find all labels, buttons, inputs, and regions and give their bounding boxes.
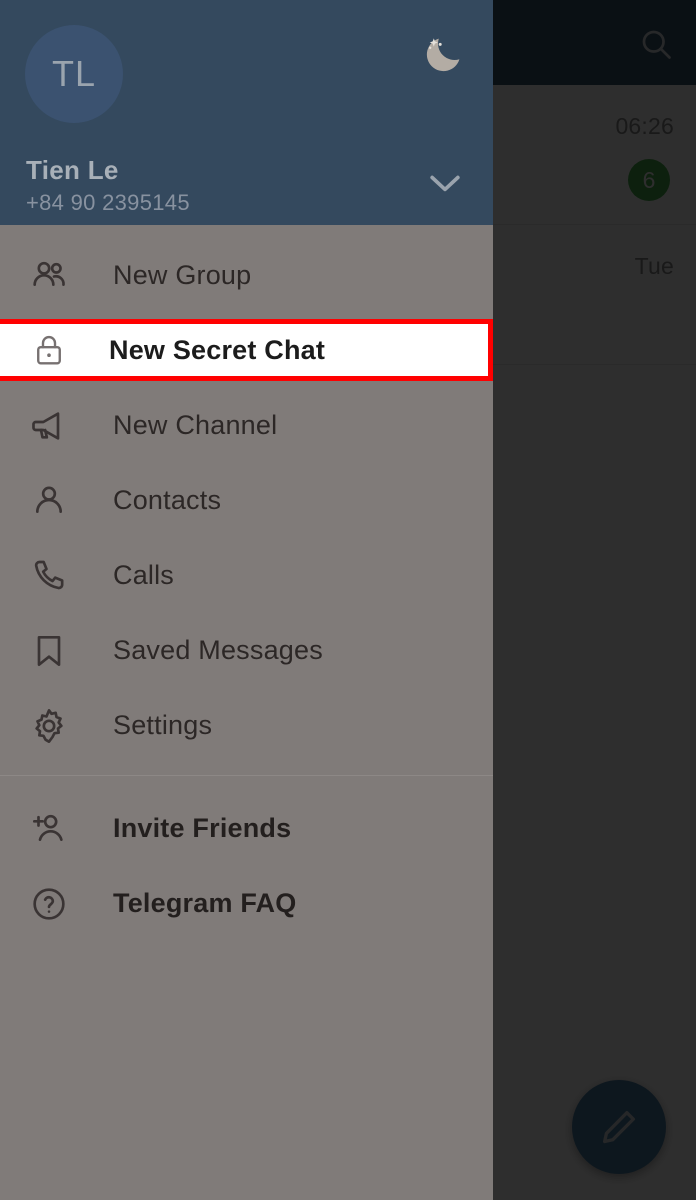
bookmark-icon: [25, 627, 73, 675]
menu-item-settings[interactable]: Settings: [0, 688, 493, 763]
menu-item-label: Invite Friends: [113, 813, 292, 843]
avatar-initials: TL: [51, 53, 96, 94]
menu-item-new-secret-chat[interactable]: New Secret Chat: [0, 319, 493, 381]
menu-item-label: New Group: [113, 260, 252, 290]
group-icon: [25, 252, 73, 300]
menu-item-label: New Secret Chat: [109, 334, 326, 365]
menu-item-contacts[interactable]: Contacts: [0, 463, 493, 538]
menu-item-saved-messages[interactable]: Saved Messages: [0, 613, 493, 688]
menu-item-telegram-faq[interactable]: Telegram FAQ: [0, 866, 493, 941]
menu-item-new-channel[interactable]: New Channel: [0, 388, 493, 463]
unread-badge: 6: [628, 159, 670, 201]
menu-item-calls[interactable]: Calls: [0, 538, 493, 613]
person-add-icon: [25, 805, 73, 853]
menu-item-label: Contacts: [113, 485, 222, 515]
gear-icon: [25, 702, 73, 750]
megaphone-icon: [25, 402, 73, 450]
navigation-drawer: TL Tien Le +84 90 2395145 New Group New …: [0, 0, 493, 1200]
drawer-menu-primary: New Group New Secret Chat New Channel Co…: [0, 225, 493, 763]
moon-icon[interactable]: [419, 30, 467, 78]
chat-timestamp: Tue: [634, 253, 674, 279]
menu-item-label: New Channel: [113, 410, 278, 440]
chat-timestamp: 06:26: [615, 113, 674, 139]
menu-item-label: Saved Messages: [113, 635, 323, 665]
drawer-menu-secondary: Invite Friends Telegram FAQ: [0, 776, 493, 941]
compose-fab-button[interactable]: [572, 1080, 666, 1174]
profile-name: Tien Le: [26, 155, 119, 185]
drawer-profile-header[interactable]: TL Tien Le +84 90 2395145: [0, 0, 493, 225]
avatar[interactable]: TL: [25, 25, 123, 123]
pencil-icon: [602, 1110, 636, 1144]
menu-item-new-group[interactable]: New Group: [0, 238, 493, 313]
search-icon[interactable]: [638, 26, 674, 62]
person-icon: [25, 477, 73, 525]
menu-item-invite-friends[interactable]: Invite Friends: [0, 791, 493, 866]
chevron-down-icon[interactable]: [423, 166, 467, 200]
lock-icon: [25, 326, 73, 374]
phone-icon: [25, 552, 73, 600]
screen-root: 06:26 s code t… 6 Tue TL: [0, 0, 696, 1200]
menu-item-label: Calls: [113, 560, 175, 590]
menu-item-label: Settings: [113, 710, 213, 740]
profile-phone: +84 90 2395145: [26, 190, 190, 215]
menu-item-label: Telegram FAQ: [113, 888, 297, 918]
question-circle-icon: [25, 880, 73, 928]
